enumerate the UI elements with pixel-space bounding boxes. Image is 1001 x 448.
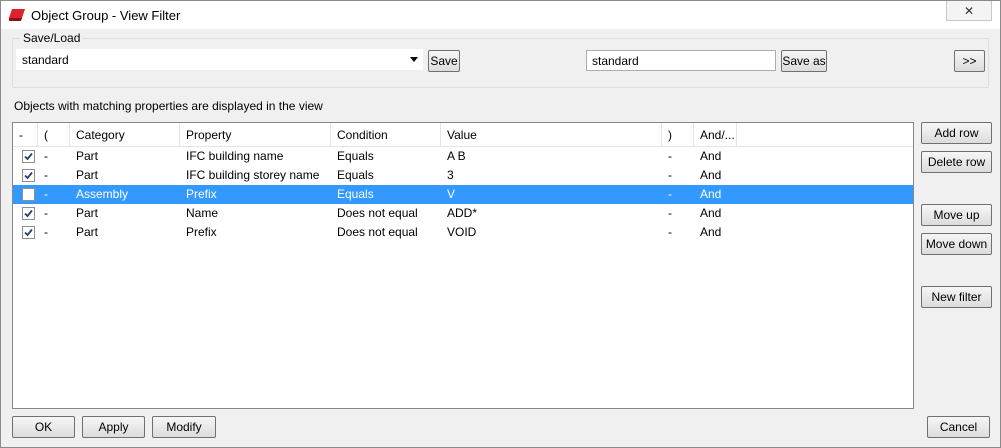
save-as-name-input[interactable]: standard bbox=[586, 50, 776, 71]
and-or-cell[interactable]: And bbox=[694, 147, 721, 166]
column-header-condition[interactable]: Condition bbox=[331, 123, 441, 147]
and-or-cell[interactable]: And bbox=[694, 204, 721, 223]
and-or-cell[interactable]: And bbox=[694, 166, 721, 185]
property-cell[interactable]: Name bbox=[180, 204, 218, 223]
table-row[interactable]: - Part Name Does not equal ADD* - And bbox=[13, 204, 913, 223]
value-cell[interactable]: V bbox=[441, 185, 455, 204]
checkmark-icon bbox=[24, 152, 33, 161]
column-header-category[interactable]: Category bbox=[70, 123, 180, 147]
close-button[interactable]: ✕ bbox=[946, 1, 992, 21]
column-header-and-or[interactable]: And/... bbox=[694, 123, 737, 147]
close-paren-cell[interactable]: - bbox=[662, 166, 672, 185]
and-or-cell[interactable]: And bbox=[694, 185, 721, 204]
delete-row-button[interactable]: Delete row bbox=[921, 151, 992, 173]
condition-cell[interactable]: Does not equal bbox=[331, 204, 418, 223]
filter-table[interactable]: - ( Category Property Condition Value ) … bbox=[12, 122, 914, 409]
condition-cell[interactable]: Equals bbox=[331, 147, 374, 166]
table-row[interactable]: - Part Prefix Does not equal VOID - And bbox=[13, 223, 913, 242]
filter-hint-text: Objects with matching properties are dis… bbox=[14, 99, 323, 113]
property-cell[interactable]: IFC building name bbox=[180, 147, 283, 166]
row-enabled-checkbox[interactable] bbox=[22, 169, 35, 182]
category-cell[interactable]: Part bbox=[70, 204, 98, 223]
checkmark-icon bbox=[24, 209, 33, 218]
row-enabled-checkbox[interactable] bbox=[22, 207, 35, 220]
save-button[interactable]: Save bbox=[428, 50, 460, 72]
table-header: - ( Category Property Condition Value ) … bbox=[13, 123, 913, 147]
open-paren-cell[interactable]: - bbox=[38, 185, 48, 204]
close-paren-cell[interactable]: - bbox=[662, 147, 672, 166]
value-cell[interactable]: A B bbox=[441, 147, 466, 166]
app-logo-icon bbox=[9, 9, 25, 21]
cancel-button[interactable]: Cancel bbox=[927, 416, 990, 438]
category-cell[interactable]: Part bbox=[70, 147, 98, 166]
value-cell[interactable]: ADD* bbox=[441, 204, 477, 223]
move-up-button[interactable]: Move up bbox=[921, 204, 992, 226]
condition-cell[interactable]: Equals bbox=[331, 166, 374, 185]
open-paren-cell[interactable]: - bbox=[38, 147, 48, 166]
category-cell[interactable]: Part bbox=[70, 223, 98, 242]
property-cell[interactable]: Prefix bbox=[180, 223, 217, 242]
row-enabled-checkbox[interactable] bbox=[22, 188, 35, 201]
property-cell[interactable]: IFC building storey name bbox=[180, 166, 319, 185]
window-title: Object Group - View Filter bbox=[31, 8, 181, 23]
condition-cell[interactable]: Equals bbox=[331, 185, 374, 204]
expand-button[interactable]: >> bbox=[954, 50, 985, 72]
property-cell[interactable]: Prefix bbox=[180, 185, 217, 204]
table-row[interactable]: - Part IFC building storey name Equals 3 - And bbox=[13, 166, 913, 185]
row-enabled-checkbox[interactable] bbox=[22, 226, 35, 239]
save-as-button[interactable]: Save as bbox=[781, 50, 827, 72]
settings-combo[interactable]: standard bbox=[16, 49, 423, 70]
close-paren-cell[interactable]: - bbox=[662, 204, 672, 223]
move-down-button[interactable]: Move down bbox=[921, 233, 992, 255]
column-header-close-paren[interactable]: ) bbox=[662, 123, 694, 147]
column-header-open-paren[interactable]: ( bbox=[38, 123, 70, 147]
open-paren-cell[interactable]: - bbox=[38, 166, 48, 185]
modify-button[interactable]: Modify bbox=[152, 416, 216, 438]
column-header-property[interactable]: Property bbox=[180, 123, 331, 147]
and-or-cell[interactable]: And bbox=[694, 223, 721, 242]
save-load-label: Save/Load bbox=[20, 31, 84, 45]
checkmark-icon bbox=[24, 228, 33, 237]
table-row[interactable]: - Part IFC building name Equals A B - And bbox=[13, 147, 913, 166]
close-paren-cell[interactable]: - bbox=[662, 185, 672, 204]
apply-button[interactable]: Apply bbox=[82, 416, 145, 438]
chevron-down-icon[interactable] bbox=[410, 57, 418, 62]
category-cell[interactable]: Part bbox=[70, 166, 98, 185]
open-paren-cell[interactable]: - bbox=[38, 223, 48, 242]
dialog-window: Object Group - View Filter ✕ Save/Load s… bbox=[0, 0, 1001, 448]
add-row-button[interactable]: Add row bbox=[921, 122, 992, 144]
title-bar[interactable]: Object Group - View Filter ✕ bbox=[1, 1, 1000, 29]
column-header-value[interactable]: Value bbox=[441, 123, 662, 147]
column-header-enabled[interactable]: - bbox=[13, 123, 38, 147]
checkmark-icon bbox=[24, 171, 33, 180]
value-cell[interactable]: 3 bbox=[441, 166, 454, 185]
value-cell[interactable]: VOID bbox=[441, 223, 476, 242]
settings-combo-value: standard bbox=[22, 53, 69, 67]
table-row[interactable]: - Assembly Prefix Equals V - And bbox=[13, 185, 913, 204]
new-filter-button[interactable]: New filter bbox=[921, 286, 992, 308]
close-paren-cell[interactable]: - bbox=[662, 223, 672, 242]
condition-cell[interactable]: Does not equal bbox=[331, 223, 418, 242]
save-as-name-value: standard bbox=[592, 54, 639, 68]
row-enabled-checkbox[interactable] bbox=[22, 150, 35, 163]
ok-button[interactable]: OK bbox=[12, 416, 75, 438]
category-cell[interactable]: Assembly bbox=[70, 185, 128, 204]
open-paren-cell[interactable]: - bbox=[38, 204, 48, 223]
close-icon: ✕ bbox=[963, 3, 975, 18]
